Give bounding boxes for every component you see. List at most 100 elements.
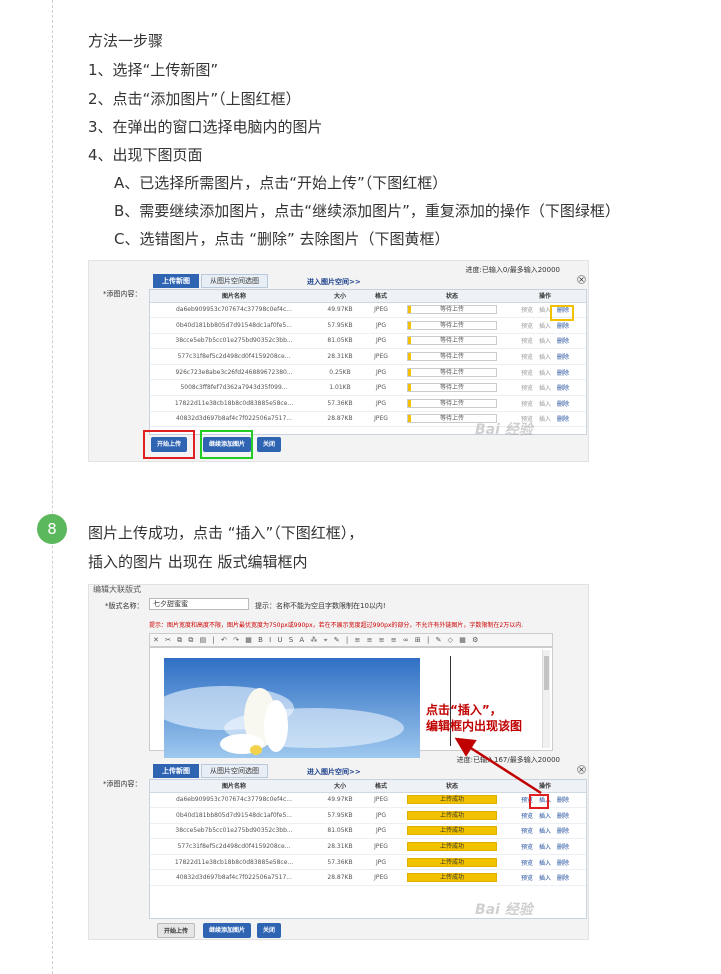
- preview-link[interactable]: 预览: [521, 844, 533, 851]
- table-row: 38cce5eb7b5cc01e275bd90352c3bb... 81.05KB…: [150, 333, 586, 350]
- tab-upload-new[interactable]: 上传新图: [153, 274, 199, 288]
- preview-link[interactable]: 预览: [521, 370, 533, 377]
- insert-link[interactable]: 插入: [539, 828, 551, 835]
- status-bar: 上传成功: [407, 810, 497, 820]
- delete-link[interactable]: 删除: [557, 875, 569, 882]
- file-format: JPG: [362, 333, 400, 350]
- tab-from-space[interactable]: 从图片空间选图: [201, 274, 268, 288]
- file-format: JPG: [362, 364, 400, 381]
- preview-link[interactable]: 预览: [521, 307, 533, 314]
- name-input[interactable]: 七夕甜蜜蜜: [149, 598, 249, 610]
- file-name: 577c31f8ef5c2d498cd0f4159208ce...: [150, 348, 318, 365]
- upload-status: 上传成功: [400, 823, 504, 840]
- insert-link[interactable]: 插入: [539, 354, 551, 361]
- file-format: JPEG: [362, 792, 400, 809]
- tip-text: 提示：图片宽度和高度不限，图片最优宽度为750px或990px，若在不展示宽度超…: [149, 622, 524, 629]
- table-row: 926c723e8abe3c26fd246889672380... 0.25KB J…: [150, 364, 586, 381]
- table-row: da6eb909953c707674c37798c0ef4c... 49.97KB…: [150, 302, 586, 319]
- preview-link[interactable]: 预览: [521, 385, 533, 392]
- delete-link[interactable]: 删除: [557, 338, 569, 345]
- insert-link[interactable]: 插入: [539, 875, 551, 882]
- close-icon[interactable]: ×: [577, 765, 586, 774]
- status-bar: 上传成功: [407, 826, 497, 836]
- editor-top-label: 编辑大联版式: [93, 585, 141, 594]
- insert-link[interactable]: 插入: [539, 338, 551, 345]
- delete-link[interactable]: 删除: [557, 401, 569, 408]
- insert-link[interactable]: 插入: [539, 385, 551, 392]
- substep-c: C、选错图片，点击 “删除” 去除图片（下图黄框）: [114, 230, 450, 248]
- col-format: 格式: [362, 780, 400, 793]
- red-highlight-frame: [143, 430, 195, 459]
- preview-link[interactable]: 预览: [521, 828, 533, 835]
- upload-status: 等待上传: [400, 317, 504, 334]
- row-actions: 预览 插入 删除: [504, 348, 586, 365]
- file-name: 577c31f8ef5c2d498cd0f4159208ce...: [150, 838, 318, 855]
- file-name: 38cce5eb7b5cc01e275bd90352c3bb...: [150, 333, 318, 350]
- step-number-badge: 8: [37, 514, 67, 544]
- close-button[interactable]: 关闭: [257, 437, 282, 452]
- insert-link[interactable]: 插入: [539, 401, 551, 408]
- row-actions: 预览 插入 删除: [504, 333, 586, 350]
- table-row: 5008c3ff8fef7d362a7943d35f099... 1.01KB JP…: [150, 379, 586, 397]
- delete-link[interactable]: 删除: [557, 813, 569, 820]
- upload-table-panel: 图片名称 大小 格式 状态 操作 da6eb909953c707674c3779…: [149, 289, 587, 435]
- delete-link[interactable]: 删除: [557, 323, 569, 330]
- preview-link[interactable]: 预览: [521, 401, 533, 408]
- preview-link[interactable]: 预览: [521, 875, 533, 882]
- file-size: 81.05KB: [318, 823, 362, 840]
- preview-link[interactable]: 预览: [521, 860, 533, 867]
- enter-space-link[interactable]: 进入图片空间>>: [307, 767, 361, 777]
- file-name: 40832d3d697b8af4c7f022506a7517...: [150, 411, 318, 428]
- preview-link[interactable]: 预览: [521, 338, 533, 345]
- enter-space-link[interactable]: 进入图片空间>>: [307, 277, 361, 287]
- insert-link[interactable]: 插入: [539, 416, 551, 423]
- field-label: *添图内容：: [103, 780, 142, 788]
- editor-scrollbar[interactable]: [542, 650, 550, 748]
- inserted-image: [164, 658, 420, 758]
- preview-link[interactable]: 预览: [521, 323, 533, 330]
- preview-link[interactable]: 预览: [521, 813, 533, 820]
- insert-link[interactable]: 插入: [539, 370, 551, 377]
- delete-link[interactable]: 删除: [557, 828, 569, 835]
- row-actions: 预览 插入 删除: [504, 854, 586, 871]
- yellow-highlight-frame: [550, 305, 574, 321]
- insert-link[interactable]: 插入: [539, 813, 551, 820]
- delete-link[interactable]: 删除: [557, 860, 569, 867]
- delete-link[interactable]: 删除: [557, 385, 569, 392]
- close-button[interactable]: 关闭: [257, 923, 282, 938]
- continue-add-button[interactable]: 继续添加图片: [203, 923, 252, 938]
- table-row: 0b40d181bb805d7d91548dc1af0fe5... 57.95KB…: [150, 317, 586, 334]
- upload-status: 等待上传: [400, 348, 504, 365]
- arrow-icon: [454, 737, 542, 795]
- tab-from-space[interactable]: 从图片空间选图: [201, 764, 268, 778]
- file-format: JPG: [362, 854, 400, 871]
- delete-link[interactable]: 删除: [557, 370, 569, 377]
- close-icon[interactable]: ×: [577, 275, 586, 284]
- row-actions: 预览 插入 删除: [504, 364, 586, 381]
- upload-status: 等待上传: [400, 395, 504, 412]
- delete-link[interactable]: 删除: [557, 416, 569, 423]
- editor-toolbar[interactable]: ✕ ✂ ⧉ ⧉ ▤ | ↶ ↷ ▦ B I U S A ⁂ ⌖ ✎ | ≡ ≡ …: [149, 633, 553, 647]
- file-name: 0b40d181bb805d7d91548dc1af0fe5...: [150, 807, 318, 824]
- preview-link[interactable]: 预览: [521, 354, 533, 361]
- tab-upload-new[interactable]: 上传新图: [153, 764, 199, 778]
- substep-b: B、需要继续添加图片，点击“继续添加图片”，重复添加的操作（下图绿框）: [114, 202, 620, 220]
- watermark: Bai 经验: [475, 902, 533, 918]
- upload-status: 等待上传: [400, 364, 504, 381]
- delete-link[interactable]: 删除: [557, 354, 569, 361]
- upload-status: 等待上传: [400, 302, 504, 319]
- insert-link[interactable]: 插入: [539, 323, 551, 330]
- delete-link[interactable]: 删除: [557, 844, 569, 851]
- start-upload-button[interactable]: 开始上传: [157, 923, 196, 938]
- status-bar: 等待上传: [407, 352, 497, 362]
- row-actions: 预览 插入 删除: [504, 395, 586, 412]
- status-bar: 等待上传: [407, 367, 497, 377]
- insert-link[interactable]: 插入: [539, 860, 551, 867]
- upload-status: 上传成功: [400, 838, 504, 855]
- file-size: 49.97KB: [318, 792, 362, 809]
- table-row: 0b40d181bb805d7d91548dc1af0fe5... 57.95KB…: [150, 807, 586, 824]
- insert-link[interactable]: 插入: [539, 844, 551, 851]
- table-row: 577c31f8ef5c2d498cd0f4159208ce... 28.31KB…: [150, 838, 586, 855]
- status-bar: 等待上传: [407, 336, 497, 346]
- file-size: 57.36KB: [318, 854, 362, 871]
